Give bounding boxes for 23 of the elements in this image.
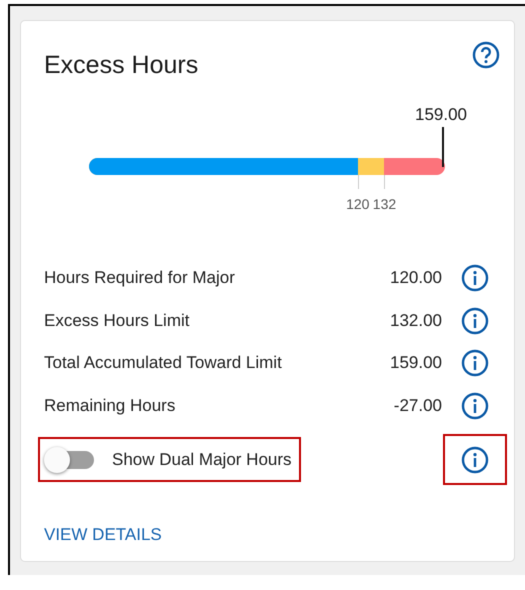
info-icon[interactable]: [461, 306, 489, 335]
row-value: 159.00: [390, 353, 442, 374]
tick-line: [358, 175, 359, 189]
toggle-label: Show Dual Major Hours: [112, 450, 292, 470]
info-icon[interactable]: [461, 349, 489, 378]
card-title: Excess Hours: [44, 51, 198, 80]
row-value: 132.00: [390, 310, 442, 331]
marker-label: 159.00: [415, 105, 467, 125]
tick-label: 120: [346, 196, 370, 212]
row-label: Excess Hours Limit: [44, 310, 190, 331]
marker-line: [442, 127, 444, 167]
view-details-link[interactable]: VIEW DETAILS: [44, 525, 162, 545]
row-label: Total Accumulated Toward Limit: [44, 353, 283, 374]
help-icon[interactable]: [472, 41, 500, 69]
row-label: Remaining Hours: [44, 396, 176, 416]
row-label: Hours Required for Major: [44, 268, 236, 288]
row-value: 120.00: [390, 268, 442, 288]
info-icon[interactable]: [461, 264, 489, 292]
info-icon[interactable]: [461, 446, 489, 474]
row-value: -27.00: [394, 396, 442, 416]
info-icon[interactable]: [461, 392, 489, 420]
tick-label: 132: [372, 196, 396, 212]
tick-line: [384, 175, 386, 189]
